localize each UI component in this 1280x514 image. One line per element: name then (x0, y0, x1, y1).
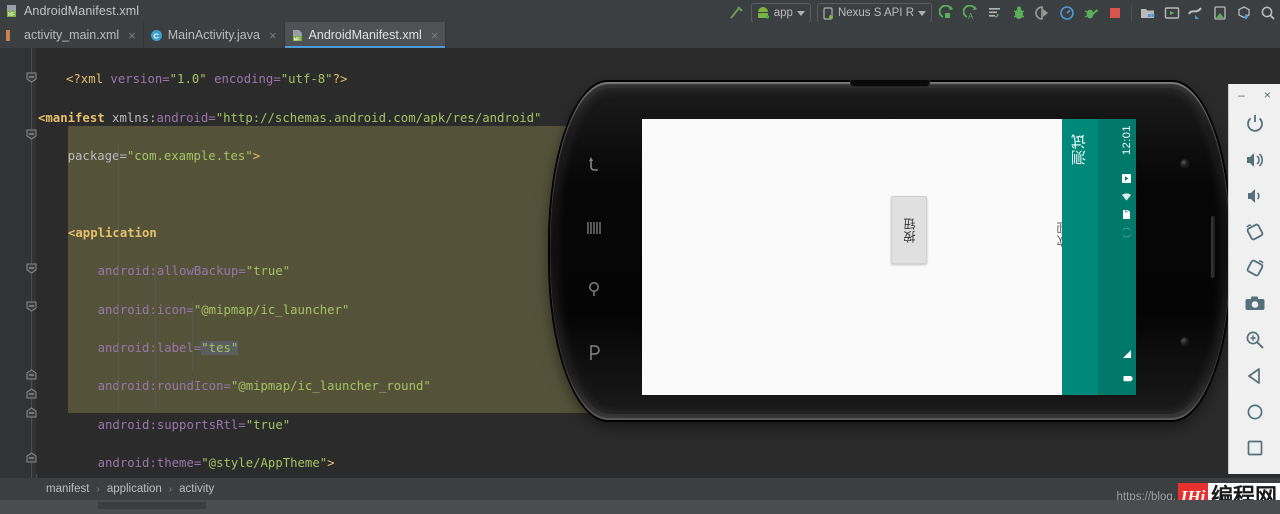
tab-label: activity_main.xml (24, 28, 120, 42)
svg-text:MF: MF (293, 36, 300, 41)
svg-text:A: A (968, 12, 974, 21)
tab-activity-main-xml[interactable]: activity_main.xml × (0, 22, 144, 48)
android-app-icon (757, 7, 769, 19)
camera-icon[interactable] (1229, 286, 1280, 322)
code-editor[interactable]: <?xml version="1.0" encoding="utf-8"?> <… (0, 48, 1280, 478)
breadcrumb-item-activity[interactable]: activity (179, 483, 214, 495)
breadcrumb-separator: › (168, 483, 173, 495)
emulator-window-controls: – × (1229, 84, 1280, 106)
breadcrumb[interactable]: manifest › application › activity (0, 478, 1280, 500)
tab-label: AndroidManifest.xml (308, 28, 422, 42)
back-triangle-icon[interactable] (1229, 358, 1280, 394)
indent-guide (118, 145, 119, 413)
code-text[interactable]: <?xml version="1.0" encoding="utf-8"?> <… (36, 48, 1280, 478)
volume-up-icon[interactable] (1229, 142, 1280, 178)
breadcrumb-item-manifest[interactable]: manifest (46, 483, 89, 495)
tab-androidmanifest-xml[interactable]: MF AndroidManifest.xml × (284, 22, 447, 48)
power-icon[interactable] (1229, 106, 1280, 142)
breadcrumb-item-application[interactable]: application (107, 483, 162, 495)
close-icon[interactable]: × (1264, 88, 1271, 102)
java-class-icon: C (150, 29, 163, 42)
manifest-file-icon: MF (5, 4, 19, 18)
svg-text:MF: MF (8, 12, 15, 18)
toolbar-divider (1131, 5, 1132, 21)
window-title: AndroidManifest.xml (24, 4, 140, 18)
close-icon[interactable]: × (431, 28, 439, 43)
svg-text:C: C (153, 31, 159, 40)
indent-guide (192, 301, 193, 371)
close-icon[interactable]: × (269, 28, 277, 43)
run-configuration-selector[interactable]: app (750, 3, 811, 23)
rotate-right-icon[interactable] (1229, 250, 1280, 286)
home-circle-icon[interactable] (1229, 394, 1280, 430)
breadcrumb-separator: › (96, 483, 100, 495)
editor-tab-bar: activity_main.xml × C MainActivity.java … (0, 22, 1280, 48)
manifest-file-icon: MF (291, 29, 304, 42)
chevron-down-icon[interactable] (918, 10, 926, 16)
device-selector[interactable]: Nexus S API R (816, 3, 932, 23)
android-studio-window: MF AndroidManifest.xml app Nexus S API R… (0, 0, 1280, 514)
run-config-label: app (773, 7, 793, 19)
volume-down-icon[interactable] (1229, 178, 1280, 214)
tab-label: MainActivity.java (167, 28, 260, 42)
rotate-left-icon[interactable] (1229, 214, 1280, 250)
device-label: Nexus S API R (837, 7, 914, 19)
device-icon (823, 6, 833, 20)
tab-mainactivity-java[interactable]: C MainActivity.java × (144, 22, 285, 48)
indent-guide (155, 263, 156, 409)
zoom-in-icon[interactable] (1229, 322, 1280, 358)
minimize-icon[interactable]: – (1238, 88, 1245, 102)
chevron-down-icon[interactable] (796, 10, 805, 16)
overview-square-icon[interactable] (1229, 430, 1280, 466)
emulator-toolbar[interactable]: – × (1228, 84, 1280, 474)
status-bar-segment (98, 502, 206, 509)
layout-xml-icon (6, 29, 19, 42)
close-icon[interactable]: × (128, 28, 136, 43)
